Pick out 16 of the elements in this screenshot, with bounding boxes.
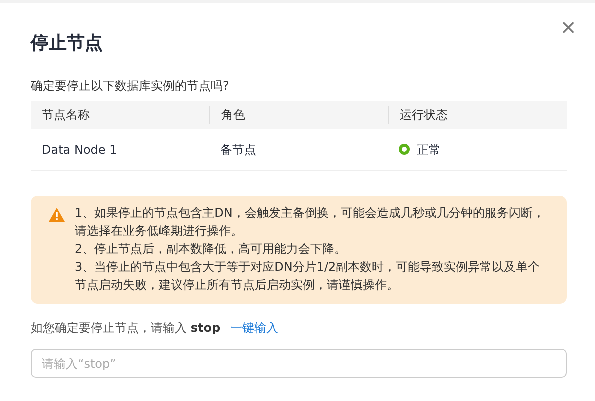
table-cell-text: 备节点 bbox=[219, 142, 258, 158]
question-text: 确定要停止以下数据库实例的节点吗? bbox=[31, 78, 230, 95]
column-header: 角色 bbox=[209, 106, 388, 124]
input-field[interactable]: 请输入“stop” bbox=[31, 349, 567, 378]
status-text: 正常 bbox=[416, 142, 441, 158]
warning-icon bbox=[49, 208, 65, 222]
warning-text: 3、当停止的节点中包含大于等于对应DN分片1/2副本数时，可能导致实例异常以及单个节点启动失败，建议停止所有节点后启动实例，请谨慎操作。 bbox=[75, 259, 542, 294]
warning-text: 2、停止节点后，副本数降低，高可用能力会下降。 bbox=[75, 241, 348, 258]
close-button[interactable]: × bbox=[556, 17, 581, 37]
dialog-title: 停止节点 bbox=[31, 32, 104, 56]
column-header: 运行状态 bbox=[388, 106, 566, 124]
warning-text: 1、如果停止的节点包含主DN，会触发主备倒换，可能会造成几秒或几分钟的服务闪断，请选择在业务低峰期进行操作。 bbox=[75, 205, 546, 240]
prompt-text: 如您确定要停止节点，请输入 stop bbox=[31, 320, 221, 337]
table-cell-text: Data Node 1 bbox=[41, 142, 118, 158]
column-header: 节点名称 bbox=[41, 107, 91, 124]
auto-fill-link[interactable]: 一键输入 bbox=[230, 319, 279, 337]
